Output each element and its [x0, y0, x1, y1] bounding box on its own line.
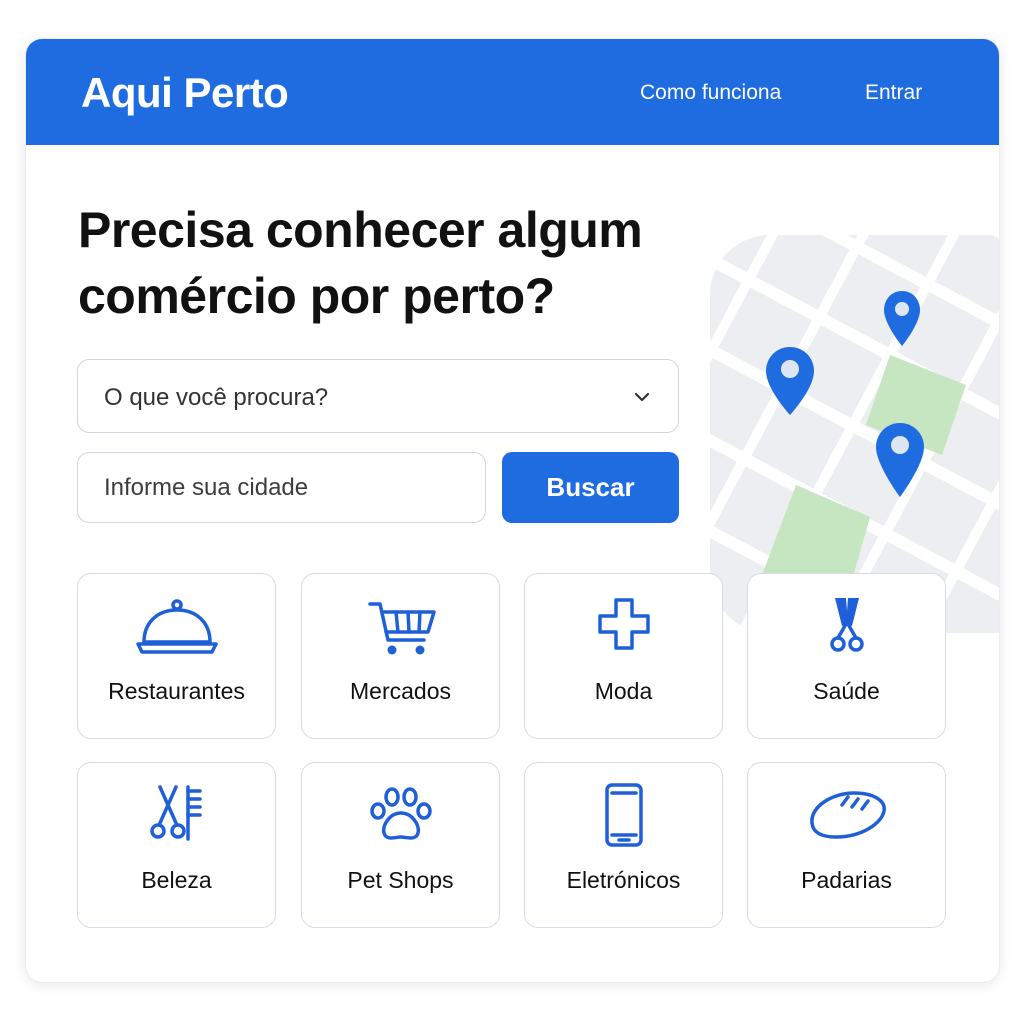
category-label: Saúde	[813, 678, 880, 704]
chevron-down-icon	[634, 392, 650, 402]
category-tile-mercados[interactable]: Mercados	[301, 573, 500, 739]
category-tile-moda[interactable]: Moda	[524, 573, 723, 739]
nav-login[interactable]: Entrar	[865, 81, 922, 105]
category-tile-pet-shops[interactable]: Pet Shops	[301, 762, 500, 928]
category-tile-restaurantes[interactable]: Restaurantes	[77, 573, 276, 739]
shopping-cart-icon	[367, 602, 436, 655]
title-line-1: Precisa conhecer algum	[78, 202, 643, 258]
nav-how-it-works[interactable]: Como funciona	[640, 81, 781, 105]
category-label: Restaurantes	[108, 678, 245, 704]
category-select-value: O que você procura?	[104, 384, 329, 411]
top-header: Aqui Perto Como funciona Entrar	[26, 39, 999, 145]
bread-icon	[809, 791, 886, 839]
category-label: Eletrónicos	[566, 867, 681, 893]
category-label: Padarias	[801, 867, 892, 893]
cloche-icon	[135, 599, 218, 654]
category-select[interactable]: O que você procura?	[77, 359, 679, 433]
category-tile-eletronicos[interactable]: Eletrónicos	[524, 762, 723, 928]
category-tile-padarias[interactable]: Padarias	[747, 762, 946, 928]
search-button[interactable]: Buscar	[502, 452, 679, 523]
tablet-icon	[604, 783, 643, 847]
scissors-comb-icon	[149, 785, 202, 841]
paw-icon	[369, 787, 432, 840]
category-label: Moda	[594, 678, 653, 704]
page-title: Precisa conhecer algum comércio por pert…	[78, 197, 718, 329]
category-tile-saude[interactable]: Saúde	[747, 573, 946, 739]
plus-cross-icon	[597, 598, 650, 650]
category-label: Beleza	[141, 867, 212, 893]
scissors-icon	[829, 598, 864, 652]
category-tile-beleza[interactable]: Beleza	[77, 762, 276, 928]
category-label: Pet Shops	[347, 867, 454, 893]
logo[interactable]: Aqui Perto	[81, 69, 289, 117]
category-label: Mercados	[350, 678, 451, 704]
title-line-2: comércio por perto?	[78, 268, 555, 324]
app-card: Aqui Perto Como funciona Entrar Precisa …	[26, 39, 999, 982]
city-input[interactable]	[77, 452, 486, 523]
